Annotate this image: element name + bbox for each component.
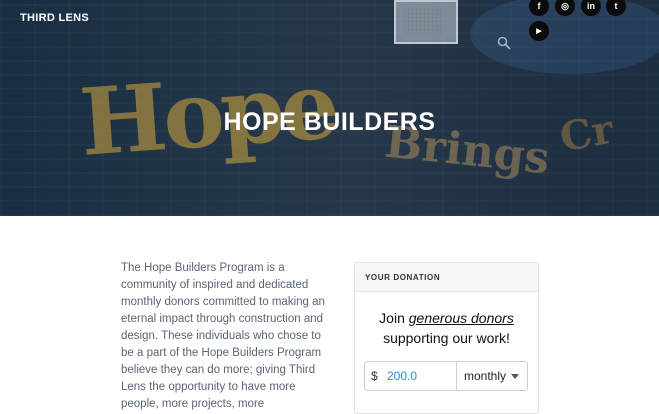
- donation-header: YOUR DONATION: [355, 263, 538, 292]
- currency-symbol: $: [371, 369, 378, 383]
- site-logo[interactable]: THIRD LENS: [20, 12, 89, 24]
- headline-suffix: supporting our work!: [383, 330, 510, 346]
- intro-paragraph: The Hope Builders Program is a community…: [121, 262, 325, 410]
- chevron-down-icon: [511, 373, 519, 379]
- search-icon[interactable]: [497, 36, 511, 50]
- donation-form: $ monthly: [364, 361, 528, 391]
- donation-amount-input[interactable]: [385, 369, 453, 383]
- donation-headline: Join generous donors supporting our work…: [355, 308, 538, 348]
- frequency-select[interactable]: monthly: [456, 361, 528, 391]
- hero-banner: Hope Brings Cr THIRD LENS f ◎ in t ▶ HOP…: [0, 0, 659, 216]
- youtube-icon[interactable]: ▶: [529, 21, 549, 41]
- headline-prefix: Join: [379, 310, 409, 326]
- donation-widget: YOUR DONATION Join generous donors suppo…: [354, 262, 539, 414]
- wall-ac-unit: [394, 0, 458, 44]
- frequency-value: monthly: [464, 369, 507, 383]
- amount-field[interactable]: $: [364, 361, 456, 391]
- headline-emphasis: generous donors: [408, 310, 514, 326]
- page-title: HOPE BUILDERS: [223, 108, 436, 136]
